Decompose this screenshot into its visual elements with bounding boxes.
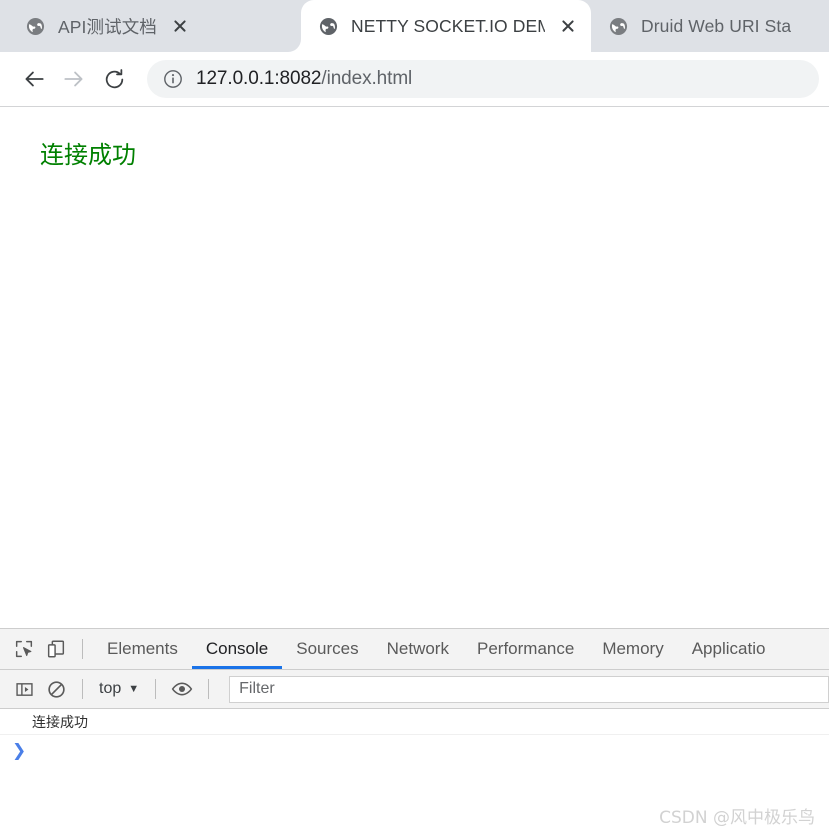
info-circle-icon[interactable] <box>163 69 183 89</box>
watermark: CSDN @风中极乐鸟 <box>659 808 815 828</box>
arrow-left-icon <box>25 71 44 87</box>
chevron-down-icon: ▼ <box>128 682 140 695</box>
live-expression-eye-icon <box>171 682 193 696</box>
tab-corner-mask-left <box>288 39 301 52</box>
console-prompt-row[interactable]: ❯ <box>0 735 829 767</box>
devtools-panel: Elements Console Sources Network Perform… <box>0 628 829 836</box>
devtools-tab-network[interactable]: Network <box>373 629 463 669</box>
device-toolbar-toggle-button[interactable] <box>40 633 72 665</box>
tab-close-button[interactable] <box>555 13 581 39</box>
clear-console-icon <box>47 680 65 698</box>
tab-strip: API测试文档 NETTY SOCKET.IO DEMO Druid Web U… <box>0 0 829 52</box>
console-toolbar-divider <box>155 679 157 699</box>
browser-toolbar: 127.0.0.1:8082/index.html <box>0 52 829 107</box>
devtools-tab-label: Performance <box>476 639 575 658</box>
forward-button[interactable] <box>54 59 94 99</box>
cursor-select-icon <box>15 640 33 658</box>
url-path: /index.html <box>321 68 413 89</box>
devtools-tab-application[interactable]: Applicatio <box>678 629 780 669</box>
prompt-chevron-icon: ❯ <box>12 740 27 761</box>
browser-window: API测试文档 NETTY SOCKET.IO DEMO Druid Web U… <box>0 0 829 836</box>
inspect-element-button[interactable] <box>8 633 40 665</box>
devtools-tab-label: Applicatio <box>691 639 766 658</box>
console-context-selector[interactable]: top ▼ <box>93 680 145 698</box>
tab-title: API测试文档 <box>58 16 157 37</box>
tab-title: Druid Web URI Stat <box>641 15 791 36</box>
devtools-tab-memory[interactable]: Memory <box>588 629 677 669</box>
console-sidebar-icon <box>15 682 33 696</box>
browser-tab-2[interactable]: NETTY SOCKET.IO DEMO <box>288 0 604 52</box>
browser-tab-3[interactable]: Druid Web URI Stat <box>591 0 811 52</box>
console-sidebar-toggle-button[interactable] <box>8 673 40 705</box>
devtools-tab-label: Elements <box>107 639 178 658</box>
tab-close-button[interactable] <box>167 13 193 39</box>
console-toolbar-divider <box>208 679 210 699</box>
devtools-tab-label: Sources <box>296 639 359 658</box>
arrow-right-icon <box>64 71 83 87</box>
devtools-tab-performance[interactable]: Performance <box>463 629 588 669</box>
globe-icon <box>319 17 338 35</box>
clear-console-button[interactable] <box>40 673 72 705</box>
console-output: 连接成功 ❯ CSDN @风中极乐鸟 <box>0 709 829 836</box>
back-button[interactable] <box>14 59 54 99</box>
devtools-tab-console[interactable]: Console <box>191 629 283 669</box>
devtools-tab-label: Memory <box>602 639 664 658</box>
console-context-label: top <box>99 680 122 697</box>
console-filter-placeholder: Filter <box>239 680 275 697</box>
globe-icon <box>26 17 45 35</box>
page-viewport: 连接成功 <box>0 107 829 628</box>
devtools-tab-elements[interactable]: Elements <box>93 629 192 669</box>
browser-tab-1[interactable]: API测试文档 <box>8 0 301 52</box>
console-toolbar-divider <box>82 679 83 699</box>
console-message-text: 连接成功 <box>32 714 88 731</box>
device-toggle-icon <box>47 640 65 658</box>
devtools-tabbar: Elements Console Sources Network Perform… <box>0 629 829 670</box>
console-toolbar: top ▼ Filter <box>0 670 829 709</box>
url-host: 127.0.0.1:8082 <box>196 68 322 89</box>
connection-status-message: 连接成功 <box>40 141 136 169</box>
reload-icon <box>105 68 123 88</box>
globe-icon <box>609 17 628 35</box>
live-expression-button[interactable] <box>166 673 198 705</box>
console-message-row: 连接成功 <box>0 709 829 735</box>
console-filter-input[interactable]: Filter <box>229 675 829 703</box>
reload-button[interactable] <box>94 59 134 99</box>
tab-title: NETTY SOCKET.IO DEMO <box>351 15 545 36</box>
toolbar-divider <box>82 639 83 659</box>
devtools-tab-label: Network <box>386 639 449 658</box>
devtools-tab-sources[interactable]: Sources <box>282 629 372 669</box>
url-text: 127.0.0.1:8082/index.html <box>196 68 412 90</box>
devtools-tab-label: Console <box>205 639 269 658</box>
address-bar[interactable]: 127.0.0.1:8082/index.html <box>147 60 819 98</box>
